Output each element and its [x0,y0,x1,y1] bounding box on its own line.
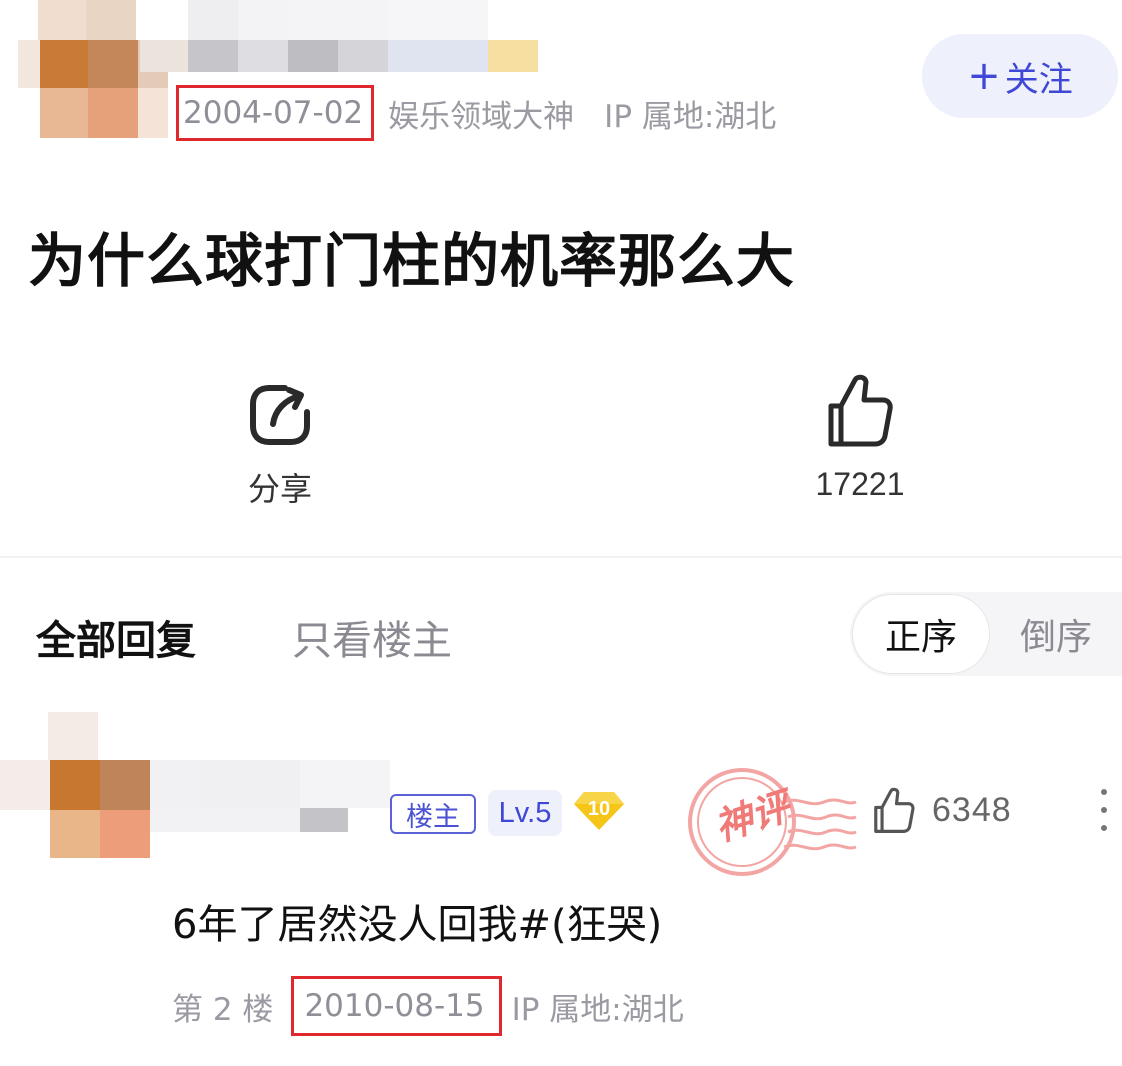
reply-date: 2010-08-15 [304,988,485,1024]
reply-content: 6年了居然没人回我#(狂哭) [172,902,663,948]
post-header: 2004-07-02 娱乐领域大神 IP 属地:湖北 + 关注 [0,0,1122,150]
sort-descending-button[interactable]: 倒序 [1010,592,1122,676]
like-button[interactable]: 17221 [790,372,930,503]
reply-author-name[interactable] [150,760,390,832]
reply-avatar[interactable] [0,712,150,858]
post-date-highlight: 2004-07-02 [176,85,375,141]
post-like-count: 17221 [815,466,905,502]
thumbs-up-icon [828,374,893,447]
reply-date-highlight: 2010-08-15 [291,976,502,1036]
sort-toggle: 正序 倒序 [850,592,1122,676]
sort-ascending-button[interactable]: 正序 [852,594,990,674]
post-date: 2004-07-02 [183,95,364,131]
level-badge: Lv.5 [488,790,562,836]
author-name[interactable] [140,0,540,72]
thumbs-up-icon [874,787,915,833]
share-icon [250,385,310,445]
follow-button[interactable]: + 关注 [922,34,1118,118]
section-divider [0,556,1122,558]
post-meta: 2004-07-02 娱乐领域大神 IP 属地:湖北 [176,85,777,141]
op-badge: 楼主 [390,794,476,834]
follow-label: 关注 [1004,59,1073,100]
plus-icon: + [967,53,1001,99]
reply-floor: 第 2 楼 [172,991,274,1028]
reply-like-count: 6348 [932,790,1012,829]
author-title: 娱乐领域大神 [388,98,575,135]
reply-meta: 第 2 楼 2010-08-15 IP 属地:湖北 [172,976,684,1036]
share-button[interactable]: 分享 [222,380,338,510]
reply-ip-location: IP 属地:湖北 [511,991,684,1028]
more-icon[interactable] [1098,786,1110,834]
reply-like-button[interactable]: 6348 [872,786,1012,834]
post-ip-location: IP 属地:湖北 [604,98,777,135]
diamond-level-number: 10 [587,797,611,820]
share-label: 分享 [247,470,312,508]
tab-op-only[interactable]: 只看楼主 [292,608,452,666]
post-title: 为什么球打门柱的机率那么大 [28,227,796,295]
tab-all-replies[interactable]: 全部回复 [36,608,196,666]
